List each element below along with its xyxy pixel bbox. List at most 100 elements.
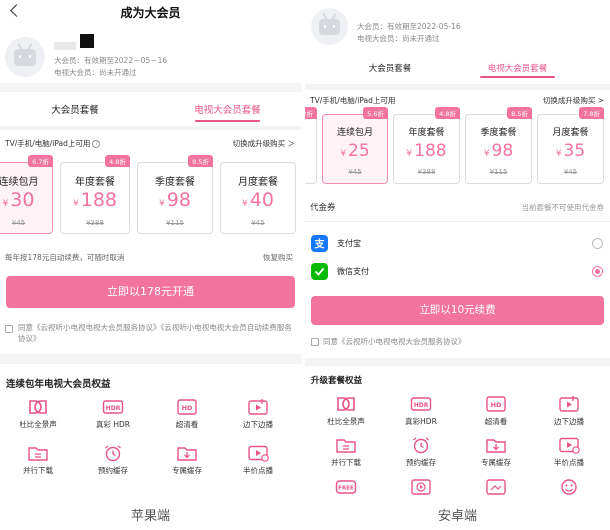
agreement-checkbox[interactable] bbox=[5, 325, 13, 333]
plan-card[interactable]: 2折 bbox=[305, 107, 317, 184]
upgrade-link[interactable]: 切换成升级购买 > bbox=[543, 95, 604, 106]
benefits-title: 连续包年电视大会员权益 bbox=[6, 379, 111, 390]
dolby-icon bbox=[29, 400, 47, 414]
agreement-checkbox[interactable] bbox=[311, 338, 319, 346]
tv-vip-status-text: 电视大会员：尚未开通过 bbox=[357, 34, 440, 43]
tv-vip-status-text: 电视大会员：尚未开通过 bbox=[54, 68, 137, 77]
plan-name: 季度套餐 bbox=[480, 128, 517, 138]
benefit-item: HD 超清看 bbox=[157, 398, 217, 430]
plan-card[interactable]: 8.5折 季度套餐 ¥98 ¥115 bbox=[465, 107, 532, 184]
buy-button[interactable]: 立即以10元续费 bbox=[311, 296, 604, 325]
benefit-item: 杜比全景声 bbox=[8, 398, 68, 430]
plan-price: 98 bbox=[166, 189, 191, 211]
payment-label: 微信支付 bbox=[337, 267, 369, 276]
benefit-label: 边下边播 bbox=[554, 417, 584, 426]
plan-card[interactable]: 8.5折 季度套餐 ¥98 ¥115 bbox=[137, 155, 213, 234]
svg-text:FREE: FREE bbox=[338, 486, 354, 492]
payment-option-wechat[interactable]: 微信支付 bbox=[305, 261, 610, 283]
avatar bbox=[5, 37, 45, 77]
benefit-label: 真彩HDR bbox=[405, 417, 437, 426]
plan-card[interactable]: 5.6折 连续包月 ¥25 ¥45 bbox=[322, 107, 388, 184]
benefit-label: 并行下载 bbox=[331, 458, 361, 467]
currency-symbol: ¥ bbox=[242, 199, 248, 209]
payment-label: 支付宝 bbox=[337, 239, 361, 248]
svg-text:HDR: HDR bbox=[414, 402, 429, 409]
plan-name: 连续包月 bbox=[0, 177, 39, 188]
wechat-pay-icon bbox=[311, 263, 328, 280]
divider bbox=[0, 126, 301, 130]
auto-renew-note: 每年按178元自动续费，可随时取消 bbox=[5, 253, 125, 262]
benefit-label: 预约缓存 bbox=[98, 466, 128, 475]
tab-tv-vip-plans[interactable]: 电视大会员套餐 bbox=[175, 102, 280, 116]
parallel-download-icon bbox=[336, 439, 356, 453]
plan-card[interactable]: 月度套餐 ¥40 ¥45 bbox=[220, 162, 296, 234]
ios-panel: 成为大会员 大会员：有效期至2022－05－16 电视大会员：尚未开通过 大会员… bbox=[0, 0, 301, 504]
tab-tv-vip-plans[interactable]: 电视大会员套餐 bbox=[470, 62, 565, 74]
half-price-icon bbox=[248, 445, 269, 462]
parallel-download-icon bbox=[28, 447, 48, 461]
payment-radio-selected[interactable] bbox=[592, 266, 603, 277]
tab-vip-plans[interactable]: 大会员套餐 bbox=[30, 102, 120, 116]
tab-vip-plans[interactable]: 大会员套餐 bbox=[345, 62, 435, 74]
divider bbox=[305, 221, 610, 222]
benefit-item: HDR 真彩HDR bbox=[391, 395, 451, 427]
hd-icon: HD bbox=[177, 399, 197, 415]
agreement-text[interactable]: 同意《云视听小电视电视大会员服务协议》《云视听小电视电视大会员自动续费服务协议》 bbox=[18, 322, 298, 344]
upgrade-link[interactable]: 切换成升级购买 ＞ bbox=[233, 138, 295, 149]
currency-symbol: ¥ bbox=[483, 149, 490, 159]
benefit-label: 超清看 bbox=[175, 420, 199, 429]
exclusive-cache-icon bbox=[486, 439, 506, 453]
benefit-item: 预约缓存 bbox=[83, 444, 143, 476]
currency-symbol: ¥ bbox=[159, 199, 165, 209]
benefit-item: 半价点播 bbox=[539, 436, 599, 468]
discount-badge: 7.8折 bbox=[579, 107, 604, 119]
alipay-icon: 支 bbox=[311, 235, 328, 252]
hdr-icon: HDR bbox=[410, 397, 432, 411]
benefit-label: 真彩 HDR bbox=[95, 420, 130, 429]
currency-symbol: ¥ bbox=[2, 199, 9, 209]
active-tab-underline bbox=[195, 120, 260, 122]
free-badge-icon: FREE bbox=[335, 480, 357, 494]
discount-badge: 4.8折 bbox=[435, 107, 460, 119]
avatar bbox=[311, 8, 348, 45]
page-title: 成为大会员 bbox=[120, 6, 181, 20]
plan-price: 188 bbox=[80, 189, 117, 211]
benefits-title: 升级套餐权益 bbox=[311, 376, 363, 386]
divider bbox=[305, 358, 610, 366]
payment-radio[interactable] bbox=[592, 238, 603, 249]
svg-text:HDR: HDR bbox=[106, 405, 121, 412]
currency-symbol: ¥ bbox=[73, 199, 79, 209]
original-price: ¥388 bbox=[86, 219, 104, 227]
svg-text:HD: HD bbox=[182, 404, 193, 412]
agreement-text[interactable]: 同意《云视听小电视电视大会员服务协议》 bbox=[323, 336, 603, 347]
discount-badge: 5.6折 bbox=[363, 107, 388, 119]
payment-option-alipay[interactable]: 支 支付宝 bbox=[305, 233, 610, 255]
original-price: ¥45 bbox=[251, 219, 265, 227]
buy-button[interactable]: 立即以178元开通 bbox=[6, 276, 295, 308]
original-price: ¥45 bbox=[11, 219, 26, 227]
discount-badge: 8.5折 bbox=[507, 107, 532, 119]
download-play-icon bbox=[248, 399, 268, 415]
smile-icon bbox=[561, 479, 577, 495]
devices-label: TV/手机/电脑/iPad上可用 bbox=[310, 96, 396, 105]
hd-icon: HD bbox=[486, 396, 506, 412]
benefit-item: 并行下载 bbox=[316, 436, 376, 468]
plan-card[interactable]: 6.7折 连续包月 ¥30 ¥45 bbox=[0, 155, 53, 234]
nav-bar: 成为大会员 bbox=[0, 0, 301, 26]
plan-card[interactable]: 4.8折 年度套餐 ¥188 ¥388 bbox=[393, 107, 460, 184]
benefit-label: 专属缓存 bbox=[481, 458, 511, 467]
android-caption: 安卓端 bbox=[437, 509, 477, 524]
benefit-item: HD 超清看 bbox=[466, 395, 526, 427]
plan-card[interactable]: 7.8折 月度套餐 ¥35 ¥45 bbox=[537, 107, 604, 184]
plan-price: 25 bbox=[348, 141, 370, 161]
username-blurred bbox=[54, 42, 76, 50]
discount-badge: 8.5折 bbox=[188, 155, 213, 167]
benefit-item: 预约缓存 bbox=[391, 436, 451, 468]
benefit-item: 边下边播 bbox=[539, 395, 599, 427]
restore-purchase-link[interactable]: 恢复购买 bbox=[263, 252, 293, 263]
plan-card[interactable]: 4.8折 年度套餐 ¥188 ¥388 bbox=[60, 155, 130, 234]
divider bbox=[0, 354, 301, 364]
info-icon[interactable]: ? bbox=[92, 140, 101, 148]
download-play-icon bbox=[559, 396, 579, 412]
divider bbox=[305, 84, 610, 90]
